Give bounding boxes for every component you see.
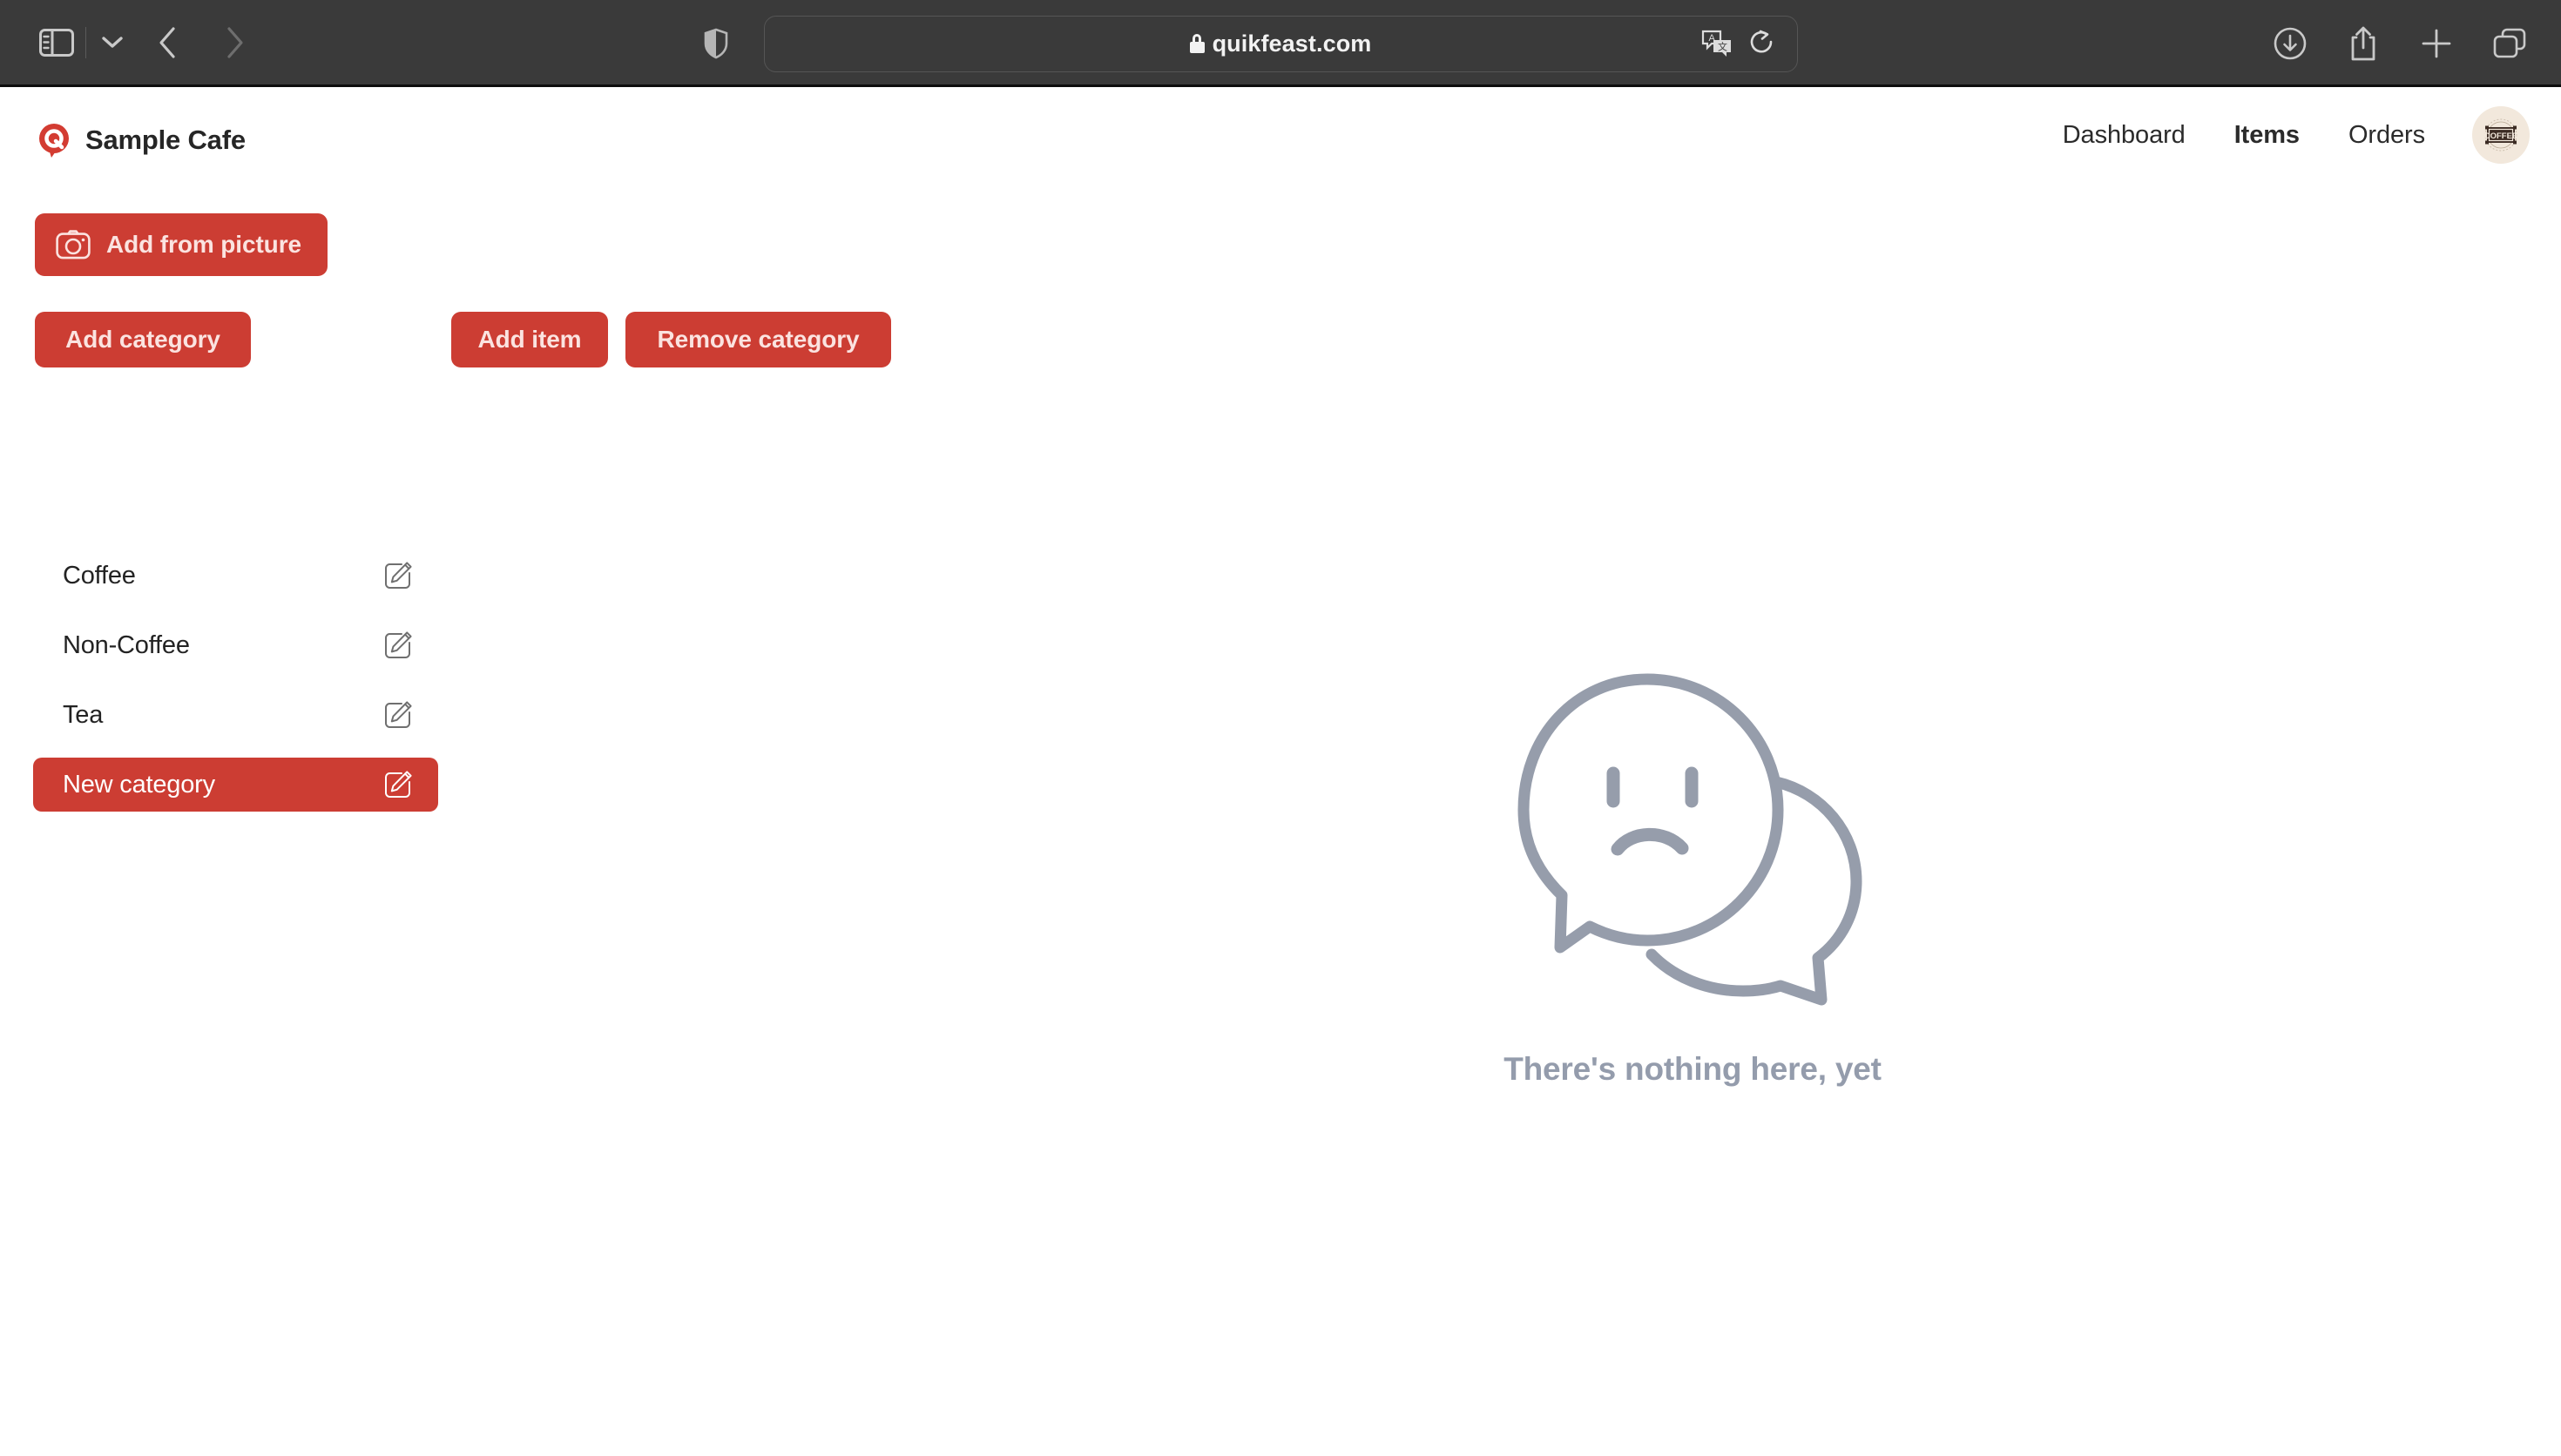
svg-text:文: 文: [1718, 41, 1727, 53]
avatar[interactable]: COFFEE: [2472, 106, 2530, 164]
nav-item-orders[interactable]: Orders: [2324, 121, 2450, 150]
shield-icon[interactable]: [697, 24, 735, 63]
edit-icon[interactable]: [382, 699, 414, 731]
camera-icon: [56, 230, 91, 260]
category-row-selected[interactable]: New category: [33, 758, 438, 812]
url-text: quikfeast.com: [1212, 30, 1372, 57]
empty-state-message: There's nothing here, yet: [1503, 1051, 1882, 1087]
add-from-picture-button[interactable]: Add from picture: [35, 213, 328, 276]
edit-icon[interactable]: [382, 769, 414, 800]
edit-icon[interactable]: [382, 560, 414, 591]
category-name: Tea: [63, 700, 104, 729]
browser-address-area: quikfeast.com A 文: [0, 0, 2561, 87]
add-item-button[interactable]: Add item: [451, 312, 608, 367]
category-name: New category: [63, 770, 215, 799]
category-row[interactable]: Tea: [33, 688, 438, 742]
lock-icon: [1189, 34, 1205, 53]
category-name: Coffee: [63, 561, 136, 590]
sidebar-toggle-icon[interactable]: [30, 16, 84, 70]
forward-arrow-icon: [201, 16, 269, 70]
category-name: Non-Coffee: [63, 630, 190, 659]
plus-icon[interactable]: [2416, 24, 2456, 64]
remove-category-button[interactable]: Remove category: [625, 312, 891, 367]
download-icon[interactable]: [2270, 24, 2310, 64]
address-bar[interactable]: quikfeast.com A 文: [763, 15, 1798, 72]
edit-icon[interactable]: [382, 630, 414, 661]
reload-icon[interactable]: [1747, 28, 1778, 59]
sad-speech-bubbles-icon: [1515, 671, 1870, 1014]
nav-item-items[interactable]: Items: [2210, 121, 2324, 150]
browser-toolbar-right-group: [2270, 0, 2530, 87]
category-list: Coffee Non-Coffee Tea New category: [33, 549, 438, 827]
tab-overview-icon[interactable]: [2490, 24, 2530, 64]
add-from-picture-label: Add from picture: [106, 231, 301, 258]
share-icon[interactable]: [2343, 24, 2383, 64]
empty-state: There's nothing here, yet: [1213, 671, 2172, 1088]
nav-item-dashboard[interactable]: Dashboard: [2038, 121, 2210, 150]
browser-toolbar: quikfeast.com A 文: [0, 0, 2561, 87]
brand-name: Sample Cafe: [85, 125, 246, 155]
app-header: Sample Cafe Dashboard Items Orders COFFE…: [0, 87, 2561, 174]
brand[interactable]: Sample Cafe: [37, 122, 246, 158]
toolbar-divider: [85, 26, 86, 58]
translate-icon[interactable]: A 文: [1699, 26, 1734, 61]
browser-toolbar-left-group: [0, 16, 269, 70]
avatar-label: COFFEE: [2484, 131, 2518, 141]
top-navigation: Dashboard Items Orders COFFEE: [2038, 106, 2530, 164]
url-text-group: quikfeast.com: [1189, 30, 1372, 57]
chevron-down-icon[interactable]: [91, 16, 133, 70]
back-arrow-icon[interactable]: [133, 16, 201, 70]
add-category-button[interactable]: Add category: [35, 312, 251, 367]
category-row[interactable]: Coffee: [33, 549, 438, 603]
address-bar-actions: A 文: [1699, 17, 1778, 71]
category-row[interactable]: Non-Coffee: [33, 618, 438, 672]
quikfeast-q-logo: [37, 122, 71, 158]
